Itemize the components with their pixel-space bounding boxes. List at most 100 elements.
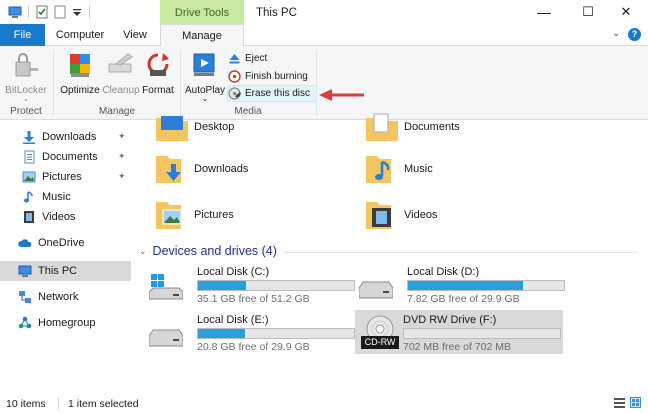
new-folder-icon[interactable] — [53, 5, 67, 19]
devices-group-header[interactable]: ⌄ Devices and drives (4) — [139, 244, 277, 258]
computer-icon[interactable] — [8, 5, 22, 19]
group-divider — [283, 252, 638, 253]
windows-system-drive-icon — [149, 274, 183, 300]
ribbon-tab-bar: File Computer View Manage ⌄ ? — [0, 24, 648, 47]
onedrive-cloud-icon — [18, 239, 32, 247]
nav-item-label: Downloads — [42, 131, 97, 143]
nav-item-homegroup[interactable]: Homegroup — [18, 313, 131, 333]
erase-disc-button[interactable]: Erase this disc — [227, 85, 318, 102]
drive-usage-bar — [197, 280, 355, 291]
window-title: This PC — [256, 7, 297, 19]
help-icon[interactable]: ? — [628, 28, 641, 41]
folder-label: Videos — [404, 209, 438, 221]
tab-computer[interactable]: Computer — [50, 24, 110, 46]
drive-name: Local Disk (E:) — [197, 314, 269, 326]
folder-downloads[interactable]: Downloads — [155, 152, 248, 186]
group-separator — [316, 50, 317, 116]
disk-cleanup-icon — [108, 53, 133, 73]
homegroup-icon — [18, 316, 32, 329]
folder-videos[interactable]: Videos — [365, 198, 437, 232]
format-button[interactable]: Format — [140, 50, 176, 96]
autoplay-icon — [193, 53, 215, 76]
nav-item-this-pc[interactable]: This PC — [0, 261, 131, 281]
customize-toolbar-icon[interactable] — [70, 5, 84, 19]
eject-icon — [229, 54, 240, 64]
nav-item-label: Music — [42, 191, 71, 203]
drive-local-disk-e[interactable]: Local Disk (E:) 20.8 GB free of 29.9 GB — [141, 310, 355, 354]
folder-label: Downloads — [194, 163, 249, 175]
ribbon: BitLocker ⌄ Protect Optimize Cleanup For… — [0, 46, 648, 120]
nav-item-pictures[interactable]: Pictures ✦ — [22, 167, 131, 187]
videos-icon — [24, 211, 34, 223]
nav-item-music[interactable]: Music — [22, 187, 131, 207]
devices-group-title: Devices and drives (4) — [152, 244, 277, 258]
downloads-folder-icon — [156, 156, 181, 183]
contextual-tab-drive-tools: Drive Tools — [160, 0, 244, 24]
selection-count: 1 item selected — [68, 398, 139, 410]
optimize-label: Optimize — [60, 85, 100, 96]
drive-free-space: 20.8 GB free of 29.9 GB — [197, 341, 310, 353]
pin-icon[interactable]: ✦ — [118, 171, 126, 182]
finish-burning-label: Finish burning — [245, 71, 308, 82]
bitlocker-dropdown-chevron-icon: ⌄ — [22, 94, 30, 103]
hard-drive-icon — [359, 281, 393, 299]
finish-burning-button[interactable]: Finish burning — [228, 68, 308, 85]
nav-item-network[interactable]: Network — [18, 287, 131, 307]
drive-usage-bar — [197, 328, 355, 339]
pictures-folder-icon — [156, 202, 182, 229]
music-note-icon — [24, 191, 33, 203]
annotation-arrow-icon — [319, 89, 364, 101]
details-view-icon[interactable] — [614, 397, 625, 408]
this-pc-icon — [18, 265, 32, 277]
drive-usage-bar — [403, 328, 561, 339]
folder-label: Pictures — [194, 209, 234, 221]
erase-disc-icon — [228, 87, 241, 100]
optimize-button[interactable]: Optimize — [58, 50, 102, 96]
drive-free-space: 35.1 GB free of 51.2 GB — [197, 293, 310, 305]
finish-burning-icon — [228, 70, 241, 83]
folder-music[interactable]: Music — [365, 152, 433, 186]
network-icon — [19, 291, 31, 303]
drive-dvd-rw-f[interactable]: CD-RW DVD RW Drive (F:) 702 MB free of 7… — [355, 310, 563, 354]
drive-local-disk-c[interactable]: Local Disk (C:) 35.1 GB free of 51.2 GB — [141, 262, 355, 306]
toolbar-separator — [28, 6, 29, 18]
download-arrow-icon — [23, 131, 35, 144]
group-collapse-chevron-icon[interactable]: ⌄ — [139, 246, 147, 257]
eject-button[interactable]: Eject — [228, 50, 267, 67]
group-separator — [180, 50, 181, 116]
autoplay-button[interactable]: AutoPlay ⌄ — [184, 50, 226, 103]
collapse-ribbon-button[interactable]: ⌄ — [612, 28, 620, 39]
autoplay-dropdown-chevron-icon: ⌄ — [201, 94, 209, 103]
minimize-button[interactable]: — — [522, 0, 566, 24]
desktop-folder-icon — [156, 116, 188, 141]
tab-view[interactable]: View — [114, 24, 156, 46]
close-button[interactable]: ✕ — [604, 0, 648, 24]
nav-item-onedrive[interactable]: OneDrive — [18, 233, 131, 253]
folder-documents[interactable]: Documents — [365, 110, 460, 144]
large-icons-view-icon[interactable] — [630, 397, 641, 408]
properties-check-icon[interactable] — [35, 5, 49, 19]
bitlocker-button[interactable]: BitLocker ⌄ — [4, 50, 48, 103]
nav-item-downloads[interactable]: Downloads ✦ — [22, 127, 131, 147]
optimize-drive-icon — [70, 54, 90, 77]
cleanup-button[interactable]: Cleanup — [100, 50, 142, 96]
pin-icon[interactable]: ✦ — [118, 131, 126, 142]
documents-icon — [24, 150, 35, 164]
pin-icon[interactable]: ✦ — [118, 151, 126, 162]
nav-item-documents[interactable]: Documents ✦ — [22, 147, 131, 167]
format-drive-icon — [147, 53, 169, 76]
drive-local-disk-d[interactable]: Local Disk (D:) 7.82 GB free of 29.9 GB — [351, 262, 565, 306]
drive-usage-bar — [407, 280, 565, 291]
folder-pictures[interactable]: Pictures — [155, 198, 234, 232]
tab-manage[interactable]: Manage — [160, 24, 244, 47]
nav-item-label: Pictures — [42, 171, 82, 183]
item-count: 10 items — [6, 398, 46, 410]
drive-free-space: 7.82 GB free of 29.9 GB — [407, 293, 520, 305]
status-separator — [58, 398, 59, 409]
nav-item-label: Videos — [42, 211, 76, 223]
folder-label: Documents — [404, 121, 460, 133]
tab-file[interactable]: File — [0, 24, 45, 46]
folder-desktop[interactable]: Desktop — [155, 110, 234, 144]
drive-usage-fill — [198, 281, 247, 290]
nav-item-videos[interactable]: Videos — [22, 207, 131, 227]
